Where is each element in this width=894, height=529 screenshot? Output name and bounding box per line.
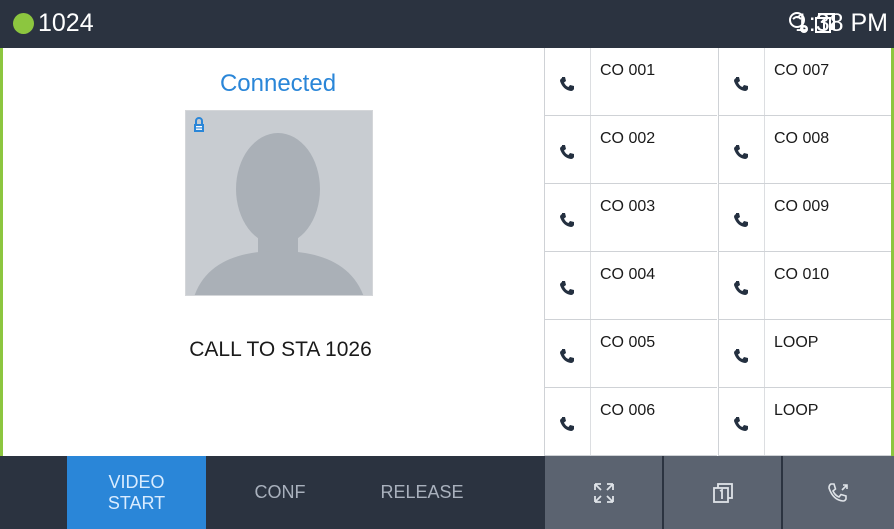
phone-icon-cell (719, 116, 765, 183)
trunk-button[interactable]: CO 008 (718, 116, 891, 184)
phone-icon (560, 213, 574, 227)
call-forward-button[interactable] (783, 456, 894, 529)
trunk-label: CO 009 (774, 198, 830, 215)
trunk-row: CO 003 CO 009 (544, 184, 891, 252)
extension-number: 1024 (38, 9, 94, 37)
phone-icon (560, 349, 574, 363)
trunk-row: CO 006 LOOP (544, 388, 891, 456)
phone-icon-cell (719, 388, 765, 455)
trunk-grid: CO 001 CO 007 CO 002 CO 008 CO 003 CO 00… (544, 48, 891, 456)
fullscreen-button[interactable] (545, 456, 662, 529)
call-forward-icon (827, 482, 848, 502)
video-start-line2: START (107, 492, 166, 513)
phone-icon-cell (719, 48, 765, 115)
trunk-label: LOOP (774, 334, 819, 351)
phone-icon (560, 417, 574, 431)
phone-icon-cell (545, 116, 591, 183)
trunk-button[interactable]: CO 001 (544, 48, 717, 116)
phone-icon (734, 213, 748, 227)
trunk-label: CO 001 (600, 62, 656, 79)
phone-icon (734, 349, 748, 363)
phone-icon-cell (719, 184, 765, 251)
phone-icon (734, 281, 748, 295)
trunk-row: CO 002 CO 008 (544, 116, 891, 184)
video-start-button[interactable]: VIDEO START (67, 456, 206, 529)
phone-icon (560, 77, 574, 91)
phone-icon-cell (719, 320, 765, 387)
status-bar: 1024 1:38 PM (0, 0, 894, 48)
phone-icon (560, 145, 574, 159)
trunk-button[interactable]: CO 010 (718, 252, 891, 320)
trunk-button[interactable]: CO 004 (544, 252, 717, 320)
trunk-button[interactable]: CO 003 (544, 184, 717, 252)
trunk-label: CO 003 (600, 198, 656, 215)
phone-icon-cell (545, 48, 591, 115)
trunk-row: CO 004 CO 010 (544, 252, 891, 320)
trunk-button[interactable]: LOOP (718, 320, 891, 388)
trunk-label: CO 010 (774, 266, 830, 283)
trunk-label: CO 004 (600, 266, 656, 283)
call-status: Connected (219, 70, 337, 97)
trunk-label: CO 006 (600, 402, 656, 419)
phone-icon-cell (719, 252, 765, 319)
one-screen-button[interactable] (664, 456, 781, 529)
trunk-button[interactable]: CO 005 (544, 320, 717, 388)
trunk-label: CO 002 (600, 130, 656, 147)
release-label: RELEASE (380, 482, 464, 502)
trunk-label: CO 007 (774, 62, 830, 79)
trunk-row: CO 005 LOOP (544, 320, 891, 388)
trunk-button[interactable]: CO 002 (544, 116, 717, 184)
softkey-bar: VIDEO START CONF RELEASE (0, 456, 894, 529)
clock: 1:38 PM (794, 9, 888, 37)
presence-indicator (13, 13, 34, 34)
phone-icon-cell (545, 184, 591, 251)
phone-icon-cell (545, 388, 591, 455)
trunk-label: CO 008 (774, 130, 830, 147)
one-screen-icon (712, 482, 733, 503)
lock-icon (194, 117, 204, 132)
contact-avatar (185, 110, 373, 296)
phone-icon (734, 77, 748, 91)
trunk-button[interactable]: CO 009 (718, 184, 891, 252)
trunk-button[interactable]: CO 006 (544, 388, 717, 456)
person-silhouette-icon (194, 133, 364, 295)
trunk-button[interactable]: LOOP (718, 388, 891, 456)
trunk-row: CO 001 CO 007 (544, 48, 891, 116)
phone-icon-cell (545, 320, 591, 387)
call-description: CALL TO STA 1026 (189, 338, 372, 361)
conf-label: CONF (254, 482, 306, 502)
release-button[interactable]: RELEASE (352, 456, 492, 529)
trunk-label: CO 005 (600, 334, 656, 351)
phone-icon (734, 417, 748, 431)
phone-icon (734, 145, 748, 159)
conf-button[interactable]: CONF (210, 456, 350, 529)
video-start-line1: VIDEO (108, 471, 165, 492)
trunk-button[interactable]: CO 007 (718, 48, 891, 116)
phone-icon-cell (545, 252, 591, 319)
fullscreen-icon (593, 482, 614, 503)
phone-icon (560, 281, 574, 295)
video-start-label: VIDEO START (108, 472, 165, 514)
call-panel: Connected CALL TO STA 1026 (3, 48, 544, 456)
trunk-label: LOOP (774, 402, 819, 419)
